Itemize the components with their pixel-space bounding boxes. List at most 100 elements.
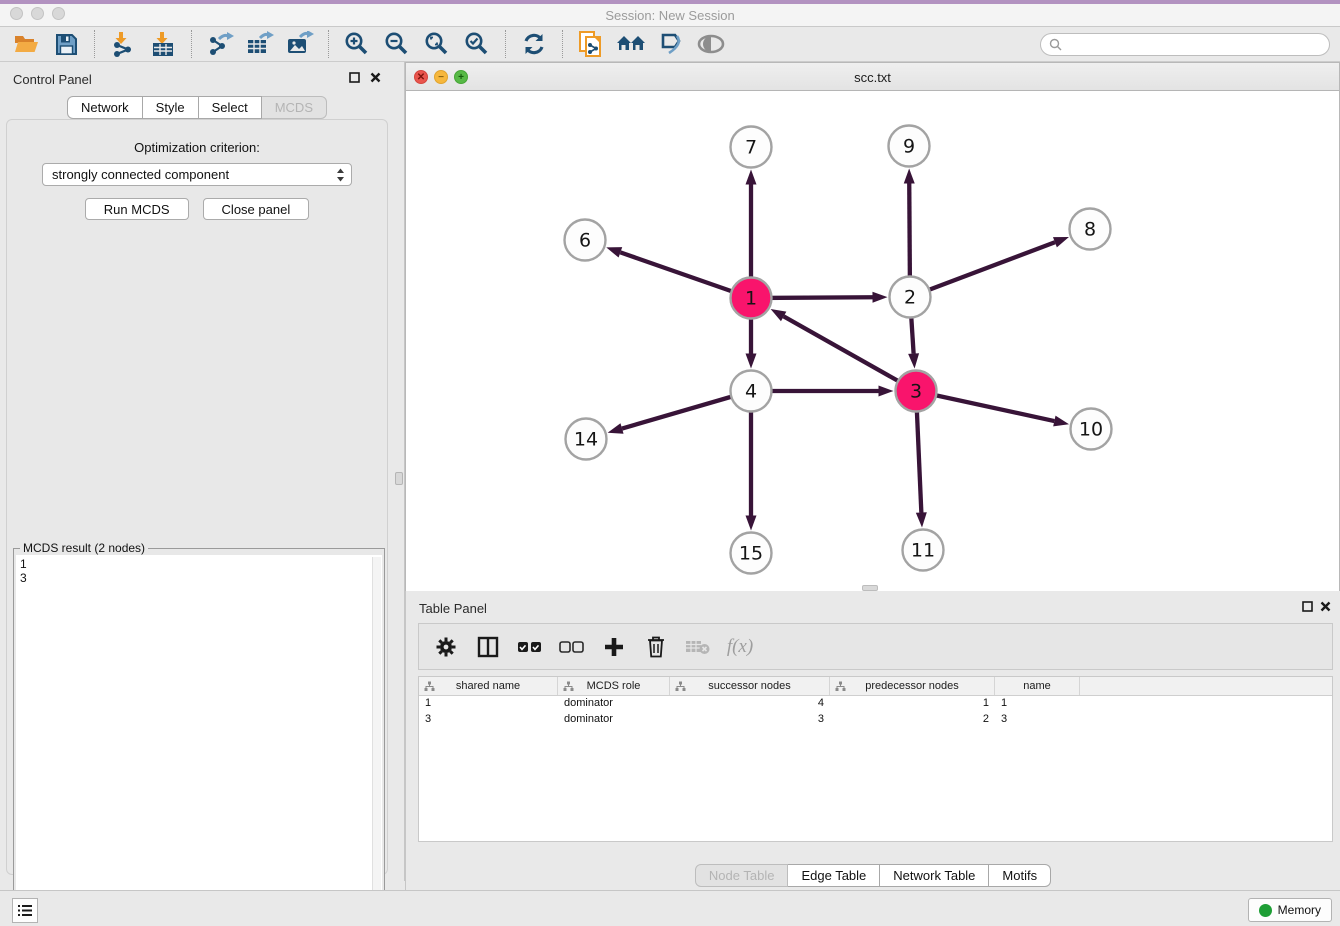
tab-select[interactable]: Select [199, 96, 262, 119]
graph-node-10[interactable]: 10 [1071, 409, 1112, 450]
zoom-in-icon [344, 31, 370, 57]
export-table-button[interactable] [240, 28, 280, 60]
show-graphics-button[interactable] [691, 28, 731, 60]
criterion-select[interactable]: strongly connected component [42, 163, 352, 186]
network-window-titlebar[interactable]: ✕ − + scc.txt [406, 63, 1339, 91]
tab-network[interactable]: Network [67, 96, 143, 119]
cell-name[interactable]: 3 [995, 712, 1080, 728]
zoom-out-button[interactable] [377, 28, 417, 60]
close-panel-button[interactable]: Close panel [203, 198, 310, 220]
network-canvas[interactable]: 7 9 6 8 1 2 4 3 14 10 15 11 [406, 91, 1339, 591]
import-table-button[interactable] [143, 28, 183, 60]
result-scrollbar[interactable] [372, 557, 381, 926]
hide-labels-button[interactable] [651, 28, 691, 60]
graph-node-9[interactable]: 9 [889, 126, 930, 167]
panel-list-button[interactable] [12, 898, 38, 923]
new-network-from-selection-button[interactable] [571, 28, 611, 60]
memory-label: Memory [1278, 903, 1321, 917]
hierarchy-icon [563, 681, 574, 692]
graph-node-8[interactable]: 8 [1070, 209, 1111, 250]
mcds-result-text[interactable]: 1 3 [16, 555, 382, 926]
close-icon [1320, 601, 1331, 612]
table-panel-tabs: Node TableEdge TableNetwork TableMotifs [406, 864, 1340, 887]
search-input[interactable] [1062, 35, 1329, 54]
tab-node-table[interactable]: Node Table [695, 864, 789, 887]
tab-style[interactable]: Style [143, 96, 199, 119]
column-header-predecessor-nodes[interactable]: predecessor nodes [830, 677, 995, 695]
cell-predecessor-nodes[interactable]: 2 [830, 712, 995, 728]
graph-edge-2-8[interactable] [910, 237, 1069, 297]
graph-node-2[interactable]: 2 [890, 277, 931, 318]
table-row[interactable]: 1dominator411 [419, 696, 1332, 712]
column-header-shared-name[interactable]: shared name [419, 677, 558, 695]
graph-node-14[interactable]: 14 [566, 419, 607, 460]
status-bar: Memory [0, 890, 1340, 926]
svg-text:9: 9 [903, 136, 915, 158]
column-visibility-button[interactable] [469, 629, 507, 665]
graph-node-6[interactable]: 6 [565, 220, 606, 261]
cell-MCDS-role[interactable]: dominator [558, 696, 670, 712]
graph-edge-3-10[interactable] [916, 391, 1069, 426]
graph-node-1[interactable]: 1 [731, 278, 772, 319]
cell-successor-nodes[interactable]: 3 [670, 712, 830, 728]
save-session-button[interactable] [46, 28, 86, 60]
cell-name[interactable]: 1 [995, 696, 1080, 712]
graph-edge-4-14[interactable] [608, 391, 751, 434]
export-network-icon [207, 31, 234, 57]
eye-icon [696, 34, 726, 54]
export-network-button[interactable] [200, 28, 240, 60]
toolbar-houses-button[interactable] [611, 28, 651, 60]
table-panel-close-button[interactable] [1318, 599, 1332, 613]
add-column-button[interactable] [595, 629, 633, 665]
tab-network-table[interactable]: Network Table [880, 864, 989, 887]
select-stepper-icon [336, 167, 345, 186]
cell-MCDS-role[interactable]: dominator [558, 712, 670, 728]
zoom-selected-button[interactable] [457, 28, 497, 60]
export-table-icon [246, 31, 274, 57]
cell-successor-nodes[interactable]: 4 [670, 696, 830, 712]
cell-shared-name[interactable]: 1 [419, 696, 558, 712]
graph-node-11[interactable]: 11 [903, 530, 944, 571]
zoom-in-button[interactable] [337, 28, 377, 60]
mcds-result-box: MCDS result (2 nodes) 1 3 [13, 548, 385, 926]
graph-node-4[interactable]: 4 [731, 371, 772, 412]
graph-node-15[interactable]: 15 [731, 533, 772, 574]
deselect-all-button[interactable] [553, 629, 591, 665]
cell-predecessor-nodes[interactable]: 1 [830, 696, 995, 712]
float-icon [349, 72, 360, 83]
cell-shared-name[interactable]: 3 [419, 712, 558, 728]
export-image-button[interactable] [280, 28, 320, 60]
refresh-icon [521, 31, 547, 57]
graph-edge-3-1[interactable] [771, 309, 916, 391]
panel-splitter[interactable] [394, 62, 405, 881]
control-panel-close-button[interactable] [368, 70, 382, 84]
table-settings-button[interactable] [427, 629, 465, 665]
zoom-fit-button[interactable] [417, 28, 457, 60]
run-mcds-button[interactable]: Run MCDS [85, 198, 189, 220]
zoom-selected-icon [464, 31, 490, 57]
graph-node-7[interactable]: 7 [731, 127, 772, 168]
table-panel-float-button[interactable] [1300, 599, 1314, 613]
control-panel-float-button[interactable] [347, 70, 361, 84]
column-header-MCDS-role[interactable]: MCDS role [558, 677, 670, 695]
select-all-button[interactable] [511, 629, 549, 665]
graph-node-3[interactable]: 3 [896, 371, 937, 412]
toolbar-separator [505, 30, 506, 58]
table-row[interactable]: 3dominator323 [419, 712, 1332, 728]
column-header-name[interactable]: name [995, 677, 1080, 695]
import-network-button[interactable] [103, 28, 143, 60]
svg-text:15: 15 [739, 543, 763, 565]
houses-icon [616, 33, 646, 55]
open-session-button[interactable] [6, 28, 46, 60]
graph-edge-1-6[interactable] [606, 247, 751, 298]
column-header-successor-nodes[interactable]: successor nodes [670, 677, 830, 695]
tab-motifs[interactable]: Motifs [989, 864, 1051, 887]
splitter-handle-icon[interactable] [395, 472, 403, 485]
save-icon [55, 33, 78, 56]
toolbar-separator [328, 30, 329, 58]
delete-column-button[interactable] [637, 629, 675, 665]
memory-button[interactable]: Memory [1248, 898, 1332, 922]
tab-mcds[interactable]: MCDS [262, 96, 327, 119]
tab-edge-table[interactable]: Edge Table [788, 864, 880, 887]
apply-layout-button[interactable] [514, 28, 554, 60]
